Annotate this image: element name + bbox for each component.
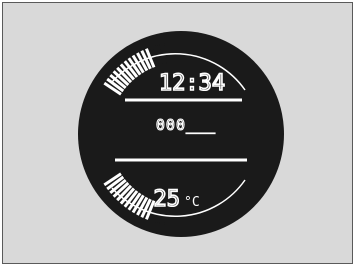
display-illustration: 12:34 000___ 25 °C [78,31,284,237]
display-face [78,31,284,237]
odometer-readout: 000___ [156,116,216,134]
temperature-unit: °C [184,195,200,210]
temperature-readout: 25 [154,187,181,212]
clock-readout: 12:34 [159,71,225,96]
